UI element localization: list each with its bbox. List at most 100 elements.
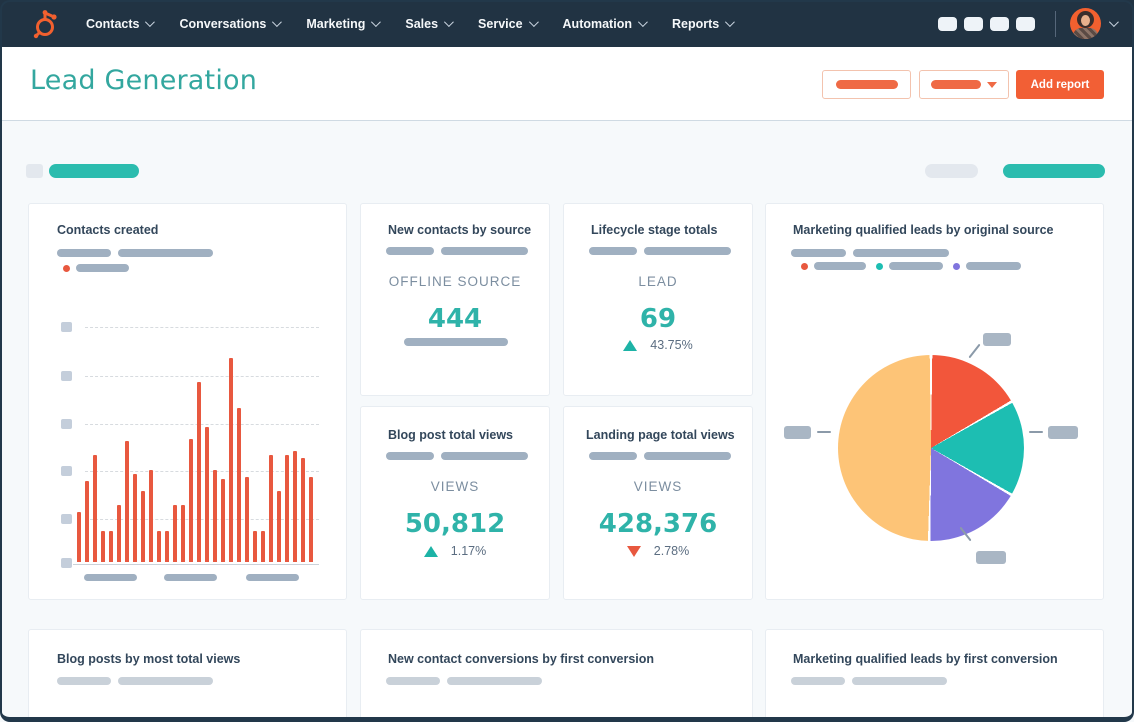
placeholder-pill [386, 247, 434, 255]
filter-teal-pill[interactable] [1003, 164, 1105, 178]
pie-callout-line [817, 431, 831, 433]
card-title: Blog posts by most total views [57, 652, 241, 666]
card-title: Lifecycle stage totals [591, 223, 718, 237]
bar [157, 531, 161, 562]
nav-divider [1055, 10, 1056, 37]
avatar-face [1081, 15, 1090, 26]
chevron-down-icon [145, 17, 156, 28]
nav-item-label: Marketing [306, 16, 366, 31]
card-new-contacts-by-source[interactable]: New contacts by source OFFLINE SOURCE 44… [360, 203, 550, 396]
nav-item-service[interactable]: Service [478, 17, 539, 31]
filter-left-group [26, 164, 139, 178]
filter-checkbox-placeholder[interactable] [26, 164, 43, 178]
bar [101, 531, 105, 562]
metric-footer-placeholder [404, 338, 508, 346]
header-action-button-1[interactable] [822, 70, 911, 99]
placeholder-pill [791, 677, 845, 685]
pie-callout-placeholder [983, 333, 1011, 346]
card-subtitle-placeholder [589, 247, 731, 255]
bar [85, 481, 89, 562]
metric-label: VIEWS [633, 479, 683, 494]
chevron-down-icon [371, 17, 382, 28]
card-mql-by-first-conversion[interactable]: Marketing qualified leads by first conve… [765, 629, 1104, 722]
card-lifecycle-stage-totals[interactable]: Lifecycle stage totals LEAD 69 43.75% [563, 203, 753, 396]
bar [205, 426, 209, 562]
nav-item-label: Contacts [86, 16, 140, 31]
card-mql-by-original-source[interactable]: Marketing qualified leads by original so… [765, 203, 1104, 600]
bar [141, 490, 145, 562]
pie-chart [838, 355, 1024, 541]
nav-item-reports[interactable]: Reports [672, 17, 736, 31]
metric-delta: 2.78% [564, 544, 752, 558]
card-landing-page-total-views[interactable]: Landing page total views VIEWS 428,376 2… [563, 406, 753, 600]
chart-legend [63, 264, 129, 272]
chevron-down-icon [725, 17, 736, 28]
button-label-placeholder [931, 80, 981, 89]
x-tick-placeholder [164, 574, 217, 581]
metric-label: VIEWS [430, 479, 480, 494]
placeholder-pill [447, 677, 542, 685]
header-dropdown-button[interactable] [919, 70, 1009, 99]
placeholder-pill [441, 452, 528, 460]
card-blog-post-total-views[interactable]: Blog post total views VIEWS 50,812 1.17% [360, 406, 550, 600]
y-tick-placeholder [61, 514, 72, 524]
nav-action-placeholder-icon[interactable] [1016, 16, 1035, 31]
card-contacts-created[interactable]: Contacts created [28, 203, 347, 600]
bar [133, 474, 137, 562]
delta-triangle-icon [626, 545, 641, 557]
bar [165, 531, 169, 562]
nav-item-sales[interactable]: Sales [405, 17, 454, 31]
dropdown-triangle-icon [987, 81, 997, 88]
nav-item-marketing[interactable]: Marketing [306, 16, 382, 31]
hubspot-logo-icon[interactable] [28, 8, 60, 40]
placeholder-pill [118, 249, 213, 257]
metric-value: 50,812 [404, 509, 506, 539]
pie-callout-line [1029, 431, 1043, 433]
nav-item-automation[interactable]: Automation [563, 17, 648, 31]
contacts-created-bar-plot [77, 358, 313, 562]
metric-delta: 43.75% [564, 338, 752, 352]
pie-legend [801, 262, 1021, 270]
legend-label-placeholder [889, 262, 943, 270]
filter-gray-pill[interactable] [925, 164, 978, 178]
card-subtitle-placeholder [589, 452, 731, 460]
card-blog-posts-by-most-total-views[interactable]: Blog posts by most total views [28, 629, 347, 722]
card-new-contact-conversions[interactable]: New contact conversions by first convers… [360, 629, 753, 722]
card-subtitle-placeholder [791, 249, 949, 257]
nav-action-placeholder-icon[interactable] [938, 16, 957, 31]
nav-item-conversations[interactable]: Conversations [179, 17, 283, 31]
filter-teal-pill[interactable] [49, 164, 139, 178]
delta-triangle-icon [623, 339, 638, 351]
main-menu: Contacts Conversations Marketing Sales S… [86, 0, 736, 47]
bar [269, 455, 273, 562]
nav-right-actions [931, 0, 1119, 47]
card-title: Contacts created [57, 223, 159, 237]
placeholder-pill [791, 249, 846, 257]
metric-value: 69 [639, 304, 677, 334]
card-subtitle-placeholder [386, 677, 542, 685]
metric-label: OFFLINE SOURCE [388, 274, 522, 289]
add-report-button[interactable]: Add report [1016, 70, 1104, 99]
pie-callout-placeholder [784, 426, 811, 439]
page-header: Lead Generation Add report [0, 47, 1134, 121]
x-tick-placeholder [84, 574, 137, 581]
placeholder-pill [386, 452, 434, 460]
nav-item-contacts[interactable]: Contacts [86, 16, 156, 31]
bar [309, 476, 313, 562]
bar [149, 469, 153, 562]
delta-value: 43.75% [650, 338, 693, 352]
nav-action-placeholder-icon[interactable] [964, 16, 983, 31]
dashboard-content: Contacts created New contacts by source … [0, 121, 1134, 722]
y-tick-placeholder [61, 466, 72, 476]
placeholder-pill [644, 452, 731, 460]
user-avatar[interactable] [1070, 8, 1101, 39]
metric-value: 428,376 [598, 509, 718, 539]
account-chevron-down-icon[interactable] [1108, 17, 1119, 28]
bar [77, 512, 81, 562]
nav-action-placeholder-icon[interactable] [990, 16, 1009, 31]
gridline [85, 327, 319, 328]
bar [237, 407, 241, 562]
y-tick-placeholder [61, 558, 72, 568]
bar [117, 505, 121, 562]
pie-callout-line [968, 343, 981, 359]
